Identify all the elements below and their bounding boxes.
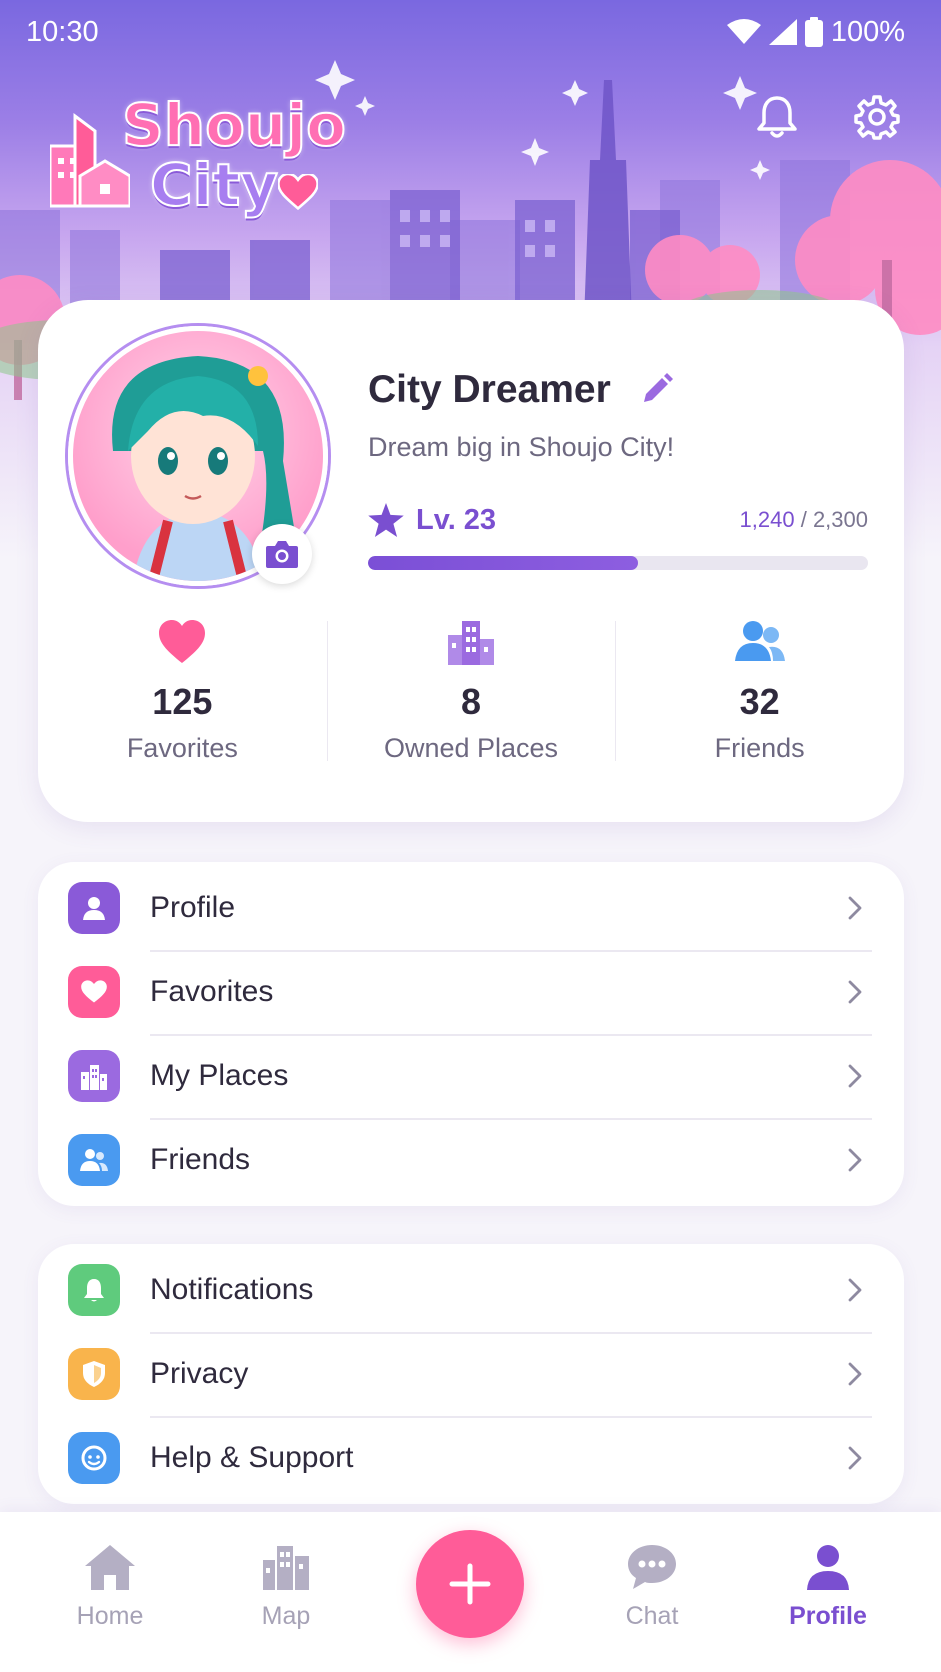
logo-heart-icon: [278, 174, 318, 210]
star-icon: [368, 503, 404, 537]
battery-icon: [804, 17, 823, 47]
gear-icon[interactable]: [852, 92, 902, 142]
stat-value: 32: [739, 681, 780, 722]
chevron-right-icon: [848, 980, 862, 1004]
bottom-navigation: Home Map Chat Profile: [0, 1512, 941, 1672]
bell-icon: [68, 1264, 120, 1316]
xp-separator: /: [794, 507, 813, 532]
user-name: City Dreamer: [368, 368, 611, 411]
profile-card: City Dreamer Dream big in Shoujo City! L…: [38, 300, 904, 822]
battery-level: 100%: [830, 15, 905, 48]
signal-icon: [768, 19, 797, 45]
user-icon: [68, 882, 120, 934]
user-bio: Dream big in Shoujo City!: [368, 432, 675, 462]
menu-item-help-support[interactable]: Help & Support: [38, 1416, 904, 1500]
menu-item-notifications[interactable]: Notifications: [38, 1248, 904, 1332]
chevron-right-icon: [848, 896, 862, 920]
nav-item-map[interactable]: Map: [216, 1542, 356, 1631]
menu-item-label: Notifications: [150, 1273, 314, 1306]
profile-icon: [807, 1545, 849, 1590]
app-logo[interactable]: Shoujo City: [50, 95, 347, 236]
logo-text-line2: City: [149, 151, 279, 219]
friends-icon: [68, 1134, 120, 1186]
nav-label: Profile: [789, 1602, 867, 1630]
stat-friends[interactable]: 32 Friends: [615, 615, 904, 785]
menu-item-label: Privacy: [150, 1357, 249, 1390]
change-photo-button[interactable]: [252, 524, 312, 584]
chevron-right-icon: [848, 1278, 862, 1302]
nav-label: Chat: [625, 1602, 679, 1630]
stat-value: 125: [152, 681, 213, 722]
logo-text-line1: Shoujo: [121, 91, 347, 159]
level-badge: Lv. 23: [368, 503, 496, 537]
chat-icon: [628, 1545, 676, 1589]
xp-progress-fill: [368, 556, 638, 570]
chevron-right-icon: [848, 1362, 862, 1386]
stats-row: 125 Favorites 8 Owned Places 32 Friends: [38, 615, 904, 785]
nav-item-home[interactable]: Home: [40, 1542, 180, 1631]
chevron-right-icon: [848, 1064, 862, 1088]
menu-item-label: Friends: [150, 1143, 251, 1176]
menu-item-friends[interactable]: Friends: [38, 1118, 904, 1202]
buildings-icon: [68, 1050, 120, 1102]
menu-group-settings: Notifications Privacy Help & Support: [38, 1244, 904, 1504]
stat-owned-places[interactable]: 8 Owned Places: [326, 615, 616, 785]
status-time: 10:30: [26, 15, 99, 48]
camera-icon: [266, 541, 298, 568]
xp-total: 2,300: [812, 507, 868, 532]
logo-buildings-icon: [50, 113, 130, 208]
menu-item-privacy[interactable]: Privacy: [38, 1332, 904, 1416]
menu-item-label: Favorites: [150, 975, 274, 1008]
stat-label: Friends: [714, 733, 805, 763]
nav-label: Home: [76, 1602, 144, 1630]
shield-icon: [68, 1348, 120, 1400]
stat-value: 8: [460, 681, 482, 722]
buildings-icon: [448, 621, 494, 665]
stat-favorites[interactable]: 125 Favorites: [38, 615, 327, 785]
xp-progress-bar: [368, 556, 868, 570]
home-icon: [85, 1545, 135, 1590]
support-icon: [68, 1432, 120, 1484]
menu-item-my-places[interactable]: My Places: [38, 1034, 904, 1118]
heart-icon: [159, 620, 206, 663]
level-row: Lv. 23 1,240 / 2,300: [368, 500, 868, 540]
menu-group-account: Profile Favorites My Places Friends: [38, 862, 904, 1206]
level-label: Lv. 23: [416, 503, 497, 536]
heart-icon: [68, 966, 120, 1018]
friends-icon: [734, 621, 785, 661]
nav-label: Map: [261, 1602, 311, 1630]
stat-label: Owned Places: [383, 733, 559, 763]
map-icon: [263, 1546, 309, 1590]
menu-item-label: Help & Support: [150, 1441, 354, 1474]
bell-icon[interactable]: [752, 92, 802, 142]
status-bar: 10:30 100%: [0, 0, 941, 64]
xp-current: 1,240: [739, 507, 795, 532]
menu-item-label: Profile: [150, 891, 236, 924]
status-icons: 100%: [726, 15, 905, 49]
chevron-right-icon: [848, 1148, 862, 1172]
chevron-right-icon: [848, 1446, 862, 1470]
create-button[interactable]: [416, 1530, 524, 1638]
edit-pencil-icon[interactable]: [636, 370, 676, 410]
menu-item-profile[interactable]: Profile: [38, 866, 904, 950]
nav-item-profile[interactable]: Profile: [758, 1542, 898, 1631]
xp-readout: 1,240 / 2,300: [740, 507, 868, 533]
wifi-icon: [726, 19, 761, 44]
menu-item-label: My Places: [150, 1059, 289, 1092]
plus-icon: [449, 1563, 491, 1605]
menu-item-favorites[interactable]: Favorites: [38, 950, 904, 1034]
nav-item-chat[interactable]: Chat: [582, 1542, 722, 1631]
stat-label: Favorites: [126, 733, 238, 763]
